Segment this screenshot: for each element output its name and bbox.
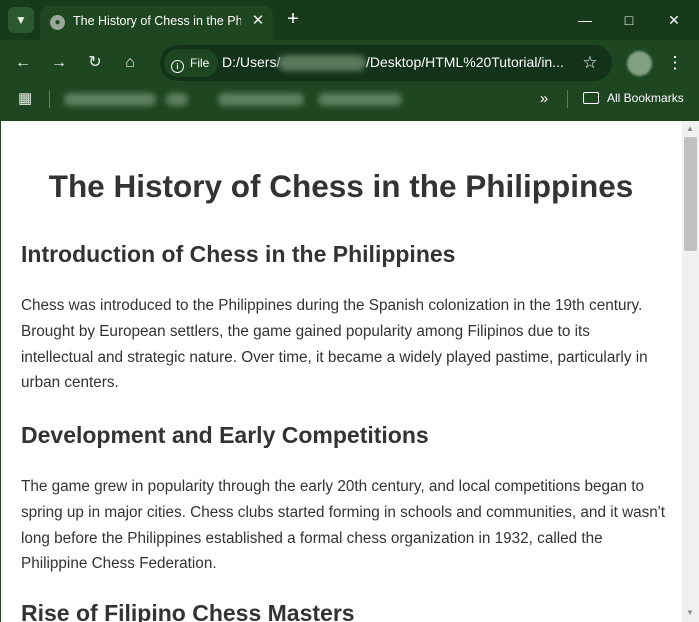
- maximize-icon[interactable]: □: [606, 6, 652, 34]
- chevron-down-icon[interactable]: ▼: [8, 7, 34, 33]
- tab-strip: ▼ ● The History of Chess in the Philippi…: [0, 0, 699, 40]
- redacted-username: [278, 55, 366, 71]
- bookmark-separator: [49, 90, 50, 108]
- close-icon[interactable]: ✕: [248, 11, 268, 31]
- tab-title: The History of Chess in the Philippines: [73, 14, 241, 28]
- reload-icon[interactable]: ↻: [82, 50, 108, 76]
- url-suffix: /Desktop/HTML%20Tutorial/in...: [366, 54, 564, 70]
- active-tab[interactable]: ● The History of Chess in the Philippine…: [40, 6, 273, 40]
- arrow-right-icon[interactable]: →: [46, 50, 72, 76]
- redacted-bookmark[interactable]: [218, 93, 304, 106]
- redacted-bookmark[interactable]: [64, 93, 156, 106]
- double-chevron-icon[interactable]: »: [533, 88, 555, 110]
- scroll-down-icon[interactable]: ▼: [686, 608, 694, 617]
- address-bar[interactable]: i File D:/Users/ /Desktop/HTML%20Tutorial…: [160, 45, 612, 81]
- section-heading: Development and Early Competitions: [21, 422, 429, 448]
- bookmark-separator: [567, 90, 568, 108]
- home-icon[interactable]: ⌂: [117, 50, 143, 76]
- page-title: The History of Chess in the Philippines: [48, 168, 634, 204]
- apps-grid-icon[interactable]: ▦: [18, 91, 34, 107]
- scroll-up-icon[interactable]: ▲: [686, 124, 694, 133]
- redacted-bookmark[interactable]: [166, 93, 188, 106]
- section-heading: Rise of Filipino Chess Masters: [21, 600, 355, 622]
- url-prefix: D:/Users/: [222, 54, 281, 70]
- page-content: The History of Chess in the Philippines …: [0, 121, 682, 622]
- scrollbar-thumb[interactable]: [684, 137, 697, 251]
- url-scheme-label: File: [190, 56, 210, 70]
- folder-icon: [583, 92, 599, 104]
- star-icon[interactable]: ☆: [578, 51, 602, 75]
- vertical-scrollbar[interactable]: ▲ ▼: [682, 121, 699, 622]
- section-heading: Introduction of Chess in the Philippines: [21, 241, 456, 267]
- plus-icon[interactable]: +: [282, 8, 304, 30]
- globe-icon: ●: [50, 15, 65, 30]
- close-window-icon[interactable]: ✕: [651, 6, 697, 34]
- minimize-icon[interactable]: —: [562, 6, 608, 34]
- section-paragraph: The game grew in popularity through the …: [21, 478, 665, 573]
- viewport-edge: [0, 121, 1, 622]
- redacted-bookmark[interactable]: [318, 93, 402, 106]
- section-paragraph: Chess was introduced to the Philippines …: [21, 297, 648, 392]
- avatar[interactable]: [627, 51, 652, 76]
- arrow-left-icon[interactable]: ←: [10, 50, 36, 76]
- all-bookmarks-label: All Bookmarks: [607, 91, 684, 105]
- browser-chrome: ▼ ● The History of Chess in the Philippi…: [0, 0, 699, 121]
- all-bookmarks-button[interactable]: All Bookmarks: [583, 91, 684, 105]
- kebab-icon[interactable]: ⋮: [664, 50, 686, 76]
- info-icon: i: [171, 60, 184, 73]
- site-info-chip[interactable]: i File: [164, 49, 218, 77]
